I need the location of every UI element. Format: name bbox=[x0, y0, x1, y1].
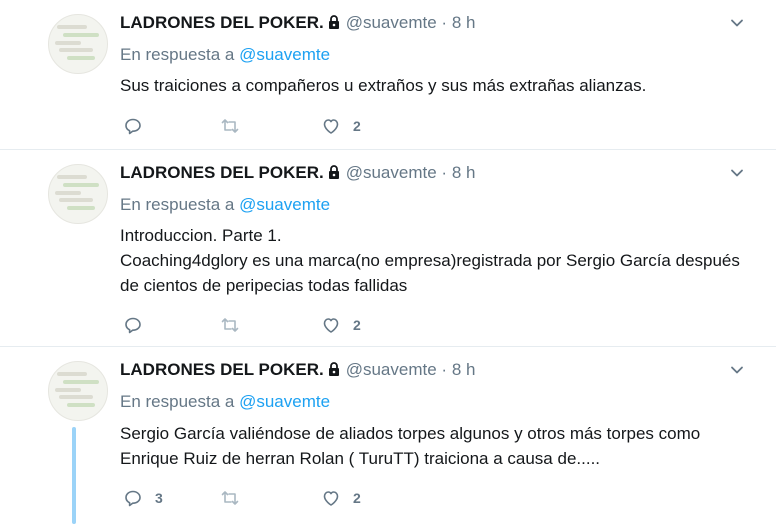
timestamp[interactable]: 8 h bbox=[452, 163, 476, 182]
tweet[interactable]: LADRONES DEL POKER. @suavemte · 8 h En re… bbox=[0, 0, 776, 150]
timestamp[interactable]: 8 h bbox=[452, 360, 476, 379]
like-button[interactable]: 2 bbox=[321, 486, 361, 510]
reply-button[interactable]: 3 bbox=[123, 486, 163, 510]
reply-icon bbox=[125, 317, 141, 334]
reply-icon bbox=[125, 118, 141, 135]
retweet-button[interactable] bbox=[220, 114, 252, 138]
tweet-actions: 3 2 bbox=[120, 486, 420, 510]
tweet[interactable]: LADRONES DEL POKER. @suavemte · 8 h En re… bbox=[0, 150, 776, 347]
reply-context: En respuesta a @suavemte bbox=[120, 45, 331, 64]
like-count: 2 bbox=[353, 490, 361, 506]
like-button[interactable]: 2 bbox=[321, 114, 361, 138]
separator-dot: · bbox=[441, 13, 448, 32]
lock-icon bbox=[328, 362, 339, 376]
display-name[interactable]: LADRONES DEL POKER. bbox=[120, 13, 324, 32]
heart-icon bbox=[323, 318, 339, 333]
display-name[interactable]: LADRONES DEL POKER. bbox=[120, 163, 324, 182]
reply-icon bbox=[125, 490, 141, 507]
tweet-actions: 2 bbox=[120, 313, 420, 337]
reply-button[interactable] bbox=[123, 313, 155, 337]
heart-icon bbox=[323, 119, 339, 134]
tweet-actions: 2 bbox=[120, 114, 420, 138]
retweet-icon bbox=[221, 491, 239, 505]
reply-button[interactable] bbox=[123, 114, 155, 138]
timestamp[interactable]: 8 h bbox=[452, 13, 476, 32]
avatar[interactable] bbox=[48, 164, 108, 224]
reply-to-handle-link[interactable]: @suavemte bbox=[239, 392, 330, 411]
tweet[interactable]: LADRONES DEL POKER. @suavemte · 8 h En re… bbox=[0, 347, 776, 524]
chevron-down-icon[interactable] bbox=[730, 16, 744, 30]
retweet-icon bbox=[221, 318, 239, 332]
reply-context: En respuesta a @suavemte bbox=[120, 392, 331, 411]
chevron-down-icon[interactable] bbox=[730, 363, 744, 377]
reply-context: En respuesta a @suavemte bbox=[120, 195, 331, 214]
separator-dot: · bbox=[441, 163, 448, 182]
reply-to-handle-link[interactable]: @suavemte bbox=[239, 195, 330, 214]
retweet-button[interactable] bbox=[220, 313, 252, 337]
chevron-down-icon[interactable] bbox=[730, 166, 744, 180]
separator-dot: · bbox=[441, 360, 448, 379]
retweet-icon bbox=[221, 119, 239, 133]
avatar[interactable] bbox=[48, 14, 108, 74]
tweet-text: Sus traiciones a compañeros u extraños y… bbox=[120, 76, 647, 95]
display-name[interactable]: LADRONES DEL POKER. bbox=[120, 360, 324, 379]
avatar[interactable] bbox=[48, 361, 108, 421]
user-handle[interactable]: @suavemte bbox=[346, 163, 437, 182]
user-handle[interactable]: @suavemte bbox=[346, 360, 437, 379]
reply-to-handle-link[interactable]: @suavemte bbox=[239, 45, 330, 64]
lock-icon bbox=[328, 15, 339, 29]
heart-icon bbox=[323, 491, 339, 506]
user-handle[interactable]: @suavemte bbox=[346, 13, 437, 32]
lock-icon bbox=[328, 165, 339, 179]
like-button[interactable]: 2 bbox=[321, 313, 361, 337]
tweet-header: LADRONES DEL POKER. @suavemte · 8 h bbox=[120, 360, 475, 382]
tweet-text: Introduccion. Parte 1. Coaching4dglory e… bbox=[120, 226, 740, 295]
tweet-text: Sergio García valiéndose de aliados torp… bbox=[120, 424, 701, 468]
thread-connector-line bbox=[72, 427, 76, 524]
tweet-header: LADRONES DEL POKER. @suavemte · 8 h bbox=[120, 163, 475, 185]
reply-count: 3 bbox=[155, 490, 163, 506]
retweet-button[interactable] bbox=[220, 486, 252, 510]
tweet-header: LADRONES DEL POKER. @suavemte · 8 h bbox=[120, 13, 475, 35]
